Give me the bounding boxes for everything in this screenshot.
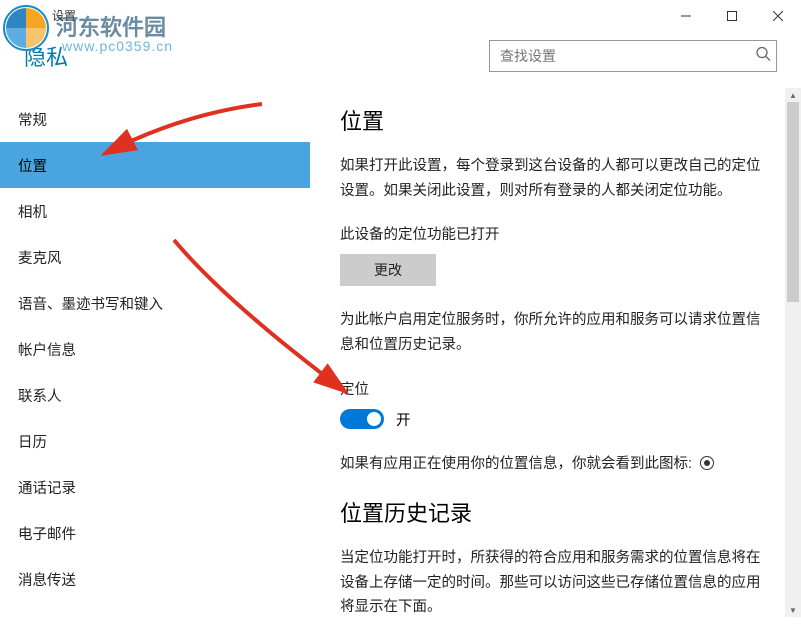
search-icon[interactable] — [755, 46, 771, 67]
sidebar-item-speech-ink-typing[interactable]: 语音、墨迹书写和键入 — [0, 280, 310, 326]
history-description: 当定位功能打开时，所获得的符合应用和服务需求的位置信息将在设备上存储一定的时间。… — [340, 546, 773, 617]
sidebar-item-account-info[interactable]: 帐户信息 — [0, 326, 310, 372]
search-input[interactable] — [489, 40, 777, 72]
sidebar: 常规 位置 相机 麦克风 语音、墨迹书写和键入 帐户信息 联系人 日历 通话记录… — [0, 88, 310, 617]
device-location-status: 此设备的定位功能已打开 — [340, 223, 773, 244]
sidebar-item-label: 语音、墨迹书写和键入 — [18, 293, 163, 314]
section-title-history: 位置历史记录 — [340, 496, 773, 528]
sidebar-item-label: 联系人 — [18, 385, 62, 406]
sidebar-item-microphone[interactable]: 麦克风 — [0, 234, 310, 280]
location-description-1: 如果打开此设置，每个登录到这台设备的人都可以更改自己的定位设置。如果关闭此设置，… — [340, 154, 773, 203]
location-indicator-icon — [700, 456, 714, 470]
sidebar-item-calendar[interactable]: 日历 — [0, 418, 310, 464]
sidebar-item-label: 通话记录 — [18, 477, 76, 498]
scroll-up-arrow-icon[interactable]: ▲ — [785, 88, 801, 102]
sidebar-item-general[interactable]: 常规 — [0, 96, 310, 142]
sidebar-item-location[interactable]: 位置 — [0, 142, 310, 188]
sidebar-item-email[interactable]: 电子邮件 — [0, 510, 310, 556]
sidebar-item-label: 麦克风 — [18, 247, 62, 268]
location-description-2: 为此帐户启用定位服务时，你所允许的应用和服务可以请求位置信息和位置历史记录。 — [340, 308, 773, 357]
sidebar-item-messaging[interactable]: 消息传送 — [0, 556, 310, 602]
main-panel: 位置 如果打开此设置，每个登录到这台设备的人都可以更改自己的定位设置。如果关闭此… — [310, 88, 801, 617]
sidebar-item-camera[interactable]: 相机 — [0, 188, 310, 234]
sidebar-item-label: 消息传送 — [18, 569, 76, 590]
sidebar-item-label: 帐户信息 — [18, 339, 76, 360]
sidebar-item-label: 位置 — [18, 155, 47, 176]
sidebar-item-call-history[interactable]: 通话记录 — [0, 464, 310, 510]
minimize-button[interactable] — [663, 0, 709, 32]
location-toggle[interactable] — [340, 409, 384, 429]
sidebar-item-contacts[interactable]: 联系人 — [0, 372, 310, 418]
change-button[interactable]: 更改 — [340, 254, 436, 286]
location-indicator-text: 如果有应用正在使用你的位置信息，你就会看到此图标: — [340, 452, 773, 477]
sidebar-item-label: 日历 — [18, 431, 47, 452]
maximize-button[interactable] — [709, 0, 755, 32]
content: 常规 位置 相机 麦克风 语音、墨迹书写和键入 帐户信息 联系人 日历 通话记录… — [0, 88, 801, 617]
main-scrollbar[interactable]: ▲ ▼ — [785, 88, 801, 617]
toggle-knob — [367, 412, 381, 426]
sidebar-item-label: 电子邮件 — [18, 523, 76, 544]
toggle-group-label: 定位 — [340, 378, 773, 399]
watermark-url: www.pc0359.cn — [62, 38, 173, 54]
window-controls — [663, 0, 801, 32]
scrollbar-thumb[interactable] — [787, 102, 799, 302]
sidebar-item-label: 常规 — [18, 109, 47, 130]
watermark-logo-icon — [2, 4, 50, 52]
toggle-state-label: 开 — [396, 409, 411, 430]
close-button[interactable] — [755, 0, 801, 32]
sidebar-item-radio[interactable]: 无线电收发器 — [0, 602, 310, 617]
scroll-down-arrow-icon[interactable]: ▼ — [785, 603, 801, 617]
sidebar-item-label: 相机 — [18, 201, 47, 222]
sidebar-item-label: 无线电收发器 — [18, 615, 105, 618]
section-title-location: 位置 — [340, 104, 773, 136]
